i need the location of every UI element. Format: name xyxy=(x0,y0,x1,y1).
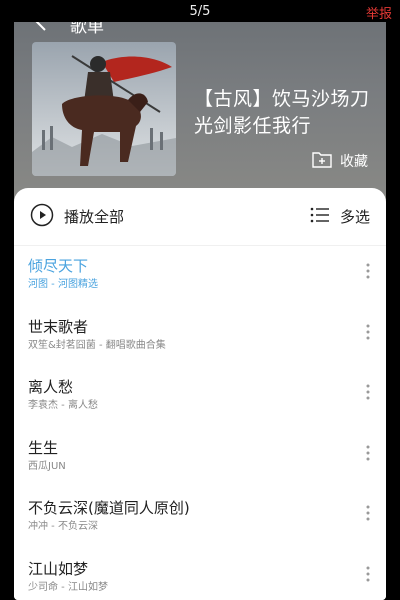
song-list: 倾尽天下 河图 - 河图精选 世末歌者 双笙&封茗囧菌 - 翻唱歌曲合集 离人愁… xyxy=(14,246,386,600)
song-item[interactable]: 世末歌者 双笙&封茗囧菌 - 翻唱歌曲合集 xyxy=(14,307,386,368)
phone-screen: 歌单 【古风】饮马沙场刀 光剑影任我行 收藏 播放全部 多选 倾尽天下 河图 -… xyxy=(14,0,386,600)
image-viewer-bar: 5/5 举报 xyxy=(0,0,400,22)
list-toolbar: 播放全部 多选 xyxy=(14,188,386,246)
song-subtitle: 西瓜JUN xyxy=(28,460,66,472)
song-title: 不负云深(魔道同人原创) xyxy=(28,499,190,517)
song-title: 生生 xyxy=(28,438,59,457)
song-item[interactable]: 生生 西瓜JUN xyxy=(14,428,386,489)
list-icon xyxy=(310,207,330,227)
more-icon[interactable] xyxy=(364,503,372,523)
album-header: 歌单 【古风】饮马沙场刀 光剑影任我行 收藏 xyxy=(14,0,386,210)
album-title-line-2: 光剑影任我行 xyxy=(194,115,312,137)
song-item[interactable]: 倾尽天下 河图 - 河图精选 xyxy=(14,246,386,307)
more-icon[interactable] xyxy=(364,443,372,463)
multi-select-button[interactable]: 多选 xyxy=(310,206,370,227)
album-title-line-1: 【古风】饮马沙场刀 xyxy=(194,88,370,110)
song-item[interactable]: 江山如梦 少司命 - 江山如梦 xyxy=(14,549,386,600)
song-subtitle: 双笙&封茗囧菌 - 翻唱歌曲合集 xyxy=(28,339,166,351)
song-title: 倾尽天下 xyxy=(28,257,89,275)
song-item[interactable]: 不负云深(魔道同人原创) 冲冲 - 不负云深 xyxy=(14,488,386,549)
song-item[interactable]: 离人愁 李袁杰 - 离人愁 xyxy=(14,367,386,428)
image-counter: 5/5 xyxy=(189,4,211,19)
album-title: 【古风】饮马沙场刀 光剑影任我行 xyxy=(194,86,374,140)
add-folder-icon xyxy=(312,150,340,172)
song-subtitle: 李袁杰 - 离人愁 xyxy=(28,400,98,411)
play-circle-icon xyxy=(30,203,54,231)
song-subtitle: 少司命 - 江山如梦 xyxy=(28,581,108,593)
more-icon[interactable] xyxy=(364,564,372,584)
song-title: 江山如梦 xyxy=(28,559,89,578)
collect-button[interactable]: 收藏 xyxy=(312,150,368,172)
more-icon[interactable] xyxy=(364,261,372,281)
song-subtitle: 冲冲 - 不负云深 xyxy=(28,521,98,532)
collect-label: 收藏 xyxy=(340,154,368,170)
more-icon[interactable] xyxy=(364,322,372,342)
song-title: 世末歌者 xyxy=(28,317,89,336)
play-all-label: 播放全部 xyxy=(64,208,125,226)
song-title: 离人愁 xyxy=(28,378,74,396)
multi-select-label: 多选 xyxy=(339,208,370,226)
more-icon[interactable] xyxy=(364,382,372,402)
report-button[interactable]: 举报 xyxy=(366,3,392,22)
album-cover[interactable] xyxy=(32,42,176,176)
play-all-button[interactable]: 播放全部 xyxy=(30,203,310,231)
song-subtitle: 河图 - 河图精选 xyxy=(28,279,98,290)
song-list-panel: 播放全部 多选 倾尽天下 河图 - 河图精选 世末歌者 双笙&封茗囧菌 - 翻唱… xyxy=(14,188,386,600)
